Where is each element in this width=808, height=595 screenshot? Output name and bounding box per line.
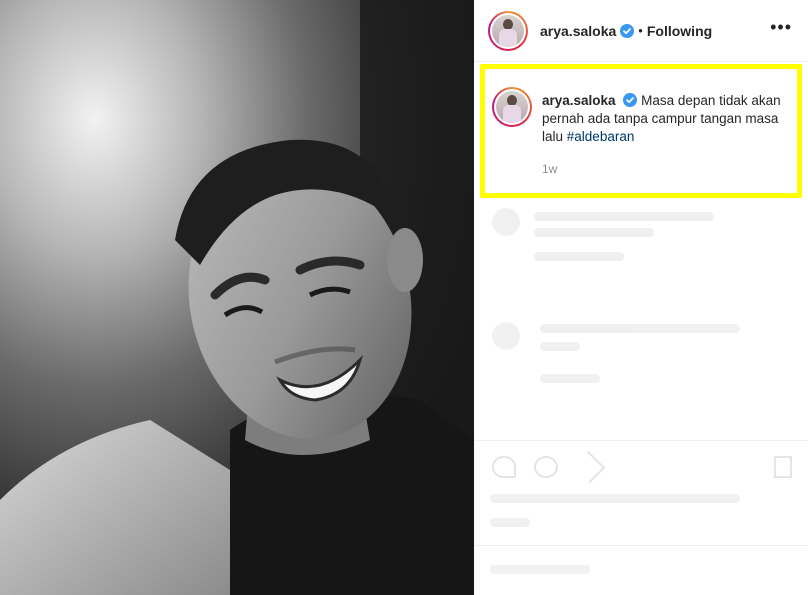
post-time[interactable]: 1w xyxy=(542,162,557,176)
caption-avatar-image xyxy=(496,91,528,123)
more-options-icon[interactable]: ••• xyxy=(770,18,792,36)
verified-badge-icon xyxy=(620,23,635,38)
avatar[interactable] xyxy=(488,10,528,51)
hashtag-link[interactable]: #aldebaran xyxy=(567,129,635,144)
caption-username-link[interactable]: arya.saloka xyxy=(542,93,616,108)
caption-highlight-box: arya.saloka Masa depan tidak akan pernah… xyxy=(480,64,802,198)
following-button[interactable]: Following xyxy=(647,23,712,39)
faded-action-icons xyxy=(492,450,606,484)
faded-save-icon xyxy=(774,456,792,478)
avatar-image xyxy=(492,14,524,47)
caption-text: arya.saloka Masa depan tidak akan pernah… xyxy=(542,92,784,146)
post-photo[interactable] xyxy=(0,0,474,595)
verified-badge-icon xyxy=(623,93,638,107)
portrait-image xyxy=(0,0,474,595)
post-details-panel: arya.saloka • Following ••• arya.saloka … xyxy=(474,0,808,595)
separator-dot: • xyxy=(638,23,643,38)
header-username-link[interactable]: arya.saloka xyxy=(540,23,616,39)
post-header: arya.saloka • Following ••• xyxy=(474,0,808,62)
caption-avatar[interactable] xyxy=(492,87,532,127)
divider xyxy=(474,440,808,441)
